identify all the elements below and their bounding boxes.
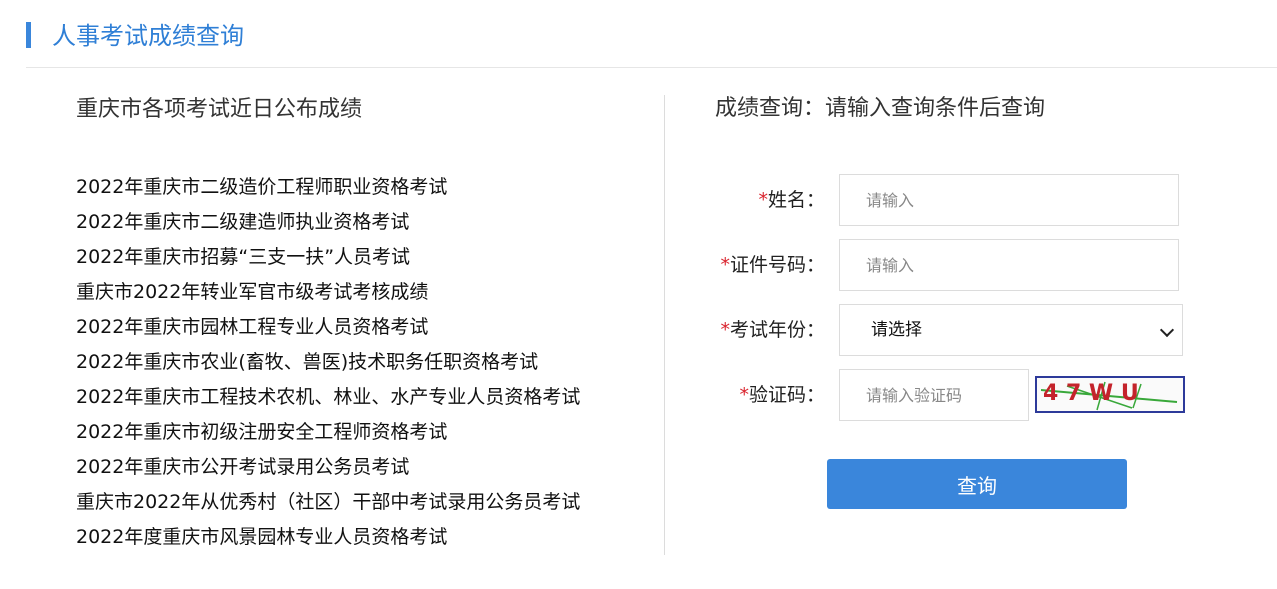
captcha-image[interactable]: 4 7 W U [1035,376,1185,413]
captcha-code: 4 7 W U [1043,381,1139,406]
id-number-label: *证件号码： [720,254,825,276]
exam-link[interactable]: 重庆市2022年转业军官市级考试考核成绩 [76,275,580,310]
exam-link[interactable]: 2022年重庆市公开考试录用公务员考试 [76,450,580,485]
exam-link[interactable]: 2022年重庆市二级建造师执业资格考试 [76,205,580,240]
page-header: 人事考试成绩查询 [26,18,1277,68]
recent-results-title: 重庆市各项考试近日公布成绩 [76,97,363,122]
exam-link[interactable]: 2022年重庆市二级造价工程师职业资格考试 [76,170,580,205]
exam-year-selected: 请选择 [871,320,922,340]
exam-list: 2022年重庆市二级造价工程师职业资格考试 2022年重庆市二级建造师执业资格考… [76,170,580,555]
captcha-graphic: 4 7 W U [1040,381,1178,411]
query-button[interactable]: 查询 [827,459,1127,509]
captcha-label: *验证码： [739,384,825,406]
column-divider [664,95,665,555]
exam-link[interactable]: 2022年重庆市招募“三支一扶”人员考试 [76,240,580,275]
exam-link[interactable]: 2022年重庆市工程技术农机、林业、水产专业人员资格考试 [76,380,580,415]
required-mark: * [720,319,730,341]
query-form-title: 成绩查询：请输入查询条件后查询 [715,96,1046,121]
exam-year-label: *考试年份： [720,319,825,341]
id-number-input[interactable] [839,239,1179,291]
exam-link[interactable]: 2022年重庆市农业(畜牧、兽医)技术职务任职资格考试 [76,345,580,380]
required-mark: * [720,254,730,276]
exam-year-select[interactable]: 请选择 [839,304,1183,356]
recent-results-panel: 重庆市各项考试近日公布成绩 2022年重庆市二级造价工程师职业资格考试 2022… [76,92,656,548]
exam-link[interactable]: 重庆市2022年从优秀村（社区）干部中考试录用公务员考试 [76,485,580,520]
required-mark: * [758,189,768,211]
header-accent-bar [26,22,31,48]
exam-link[interactable]: 2022年重庆市园林工程专业人员资格考试 [76,310,580,345]
name-input[interactable] [839,174,1179,226]
exam-link[interactable]: 2022年度重庆市风景园林专业人员资格考试 [76,520,580,555]
exam-link[interactable]: 2022年重庆市初级注册安全工程师资格考试 [76,415,580,450]
required-mark: * [739,384,749,406]
name-label: *姓名： [758,189,825,211]
page-title: 人事考试成绩查询 [52,22,244,50]
chevron-down-icon [1159,322,1175,338]
captcha-input[interactable] [839,369,1029,421]
